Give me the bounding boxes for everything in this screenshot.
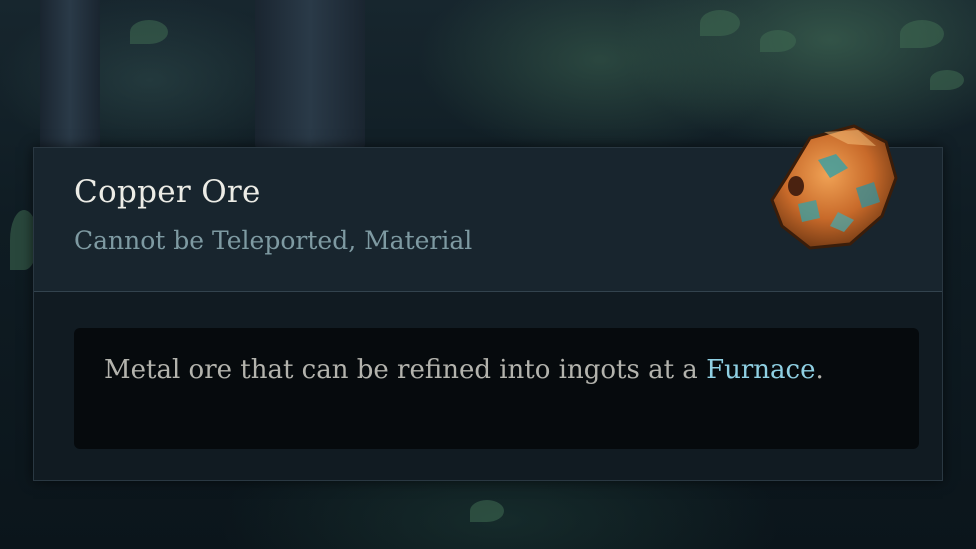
foliage: [760, 30, 796, 52]
foliage: [900, 20, 944, 48]
foliage: [930, 70, 964, 90]
foliage: [470, 500, 504, 522]
foliage: [700, 10, 740, 36]
tree-trunk: [255, 0, 365, 150]
description-text: Metal ore that can be refined into ingot…: [104, 355, 707, 385]
foliage: [130, 20, 168, 44]
furnace-keyword[interactable]: Furnace: [706, 355, 815, 385]
description-box: Metal ore that can be refined into ingot…: [74, 328, 919, 449]
item-tags: Cannot be Teleported, Material: [74, 226, 473, 255]
copper-ore-icon: [770, 124, 898, 250]
description-period: .: [815, 355, 824, 385]
item-tooltip: Copper Ore Cannot be Teleported, Materia…: [33, 124, 943, 481]
tree-trunk: [40, 0, 100, 160]
item-name: Copper Ore: [74, 174, 261, 210]
item-description: Metal ore that can be refined into ingot…: [104, 350, 894, 391]
